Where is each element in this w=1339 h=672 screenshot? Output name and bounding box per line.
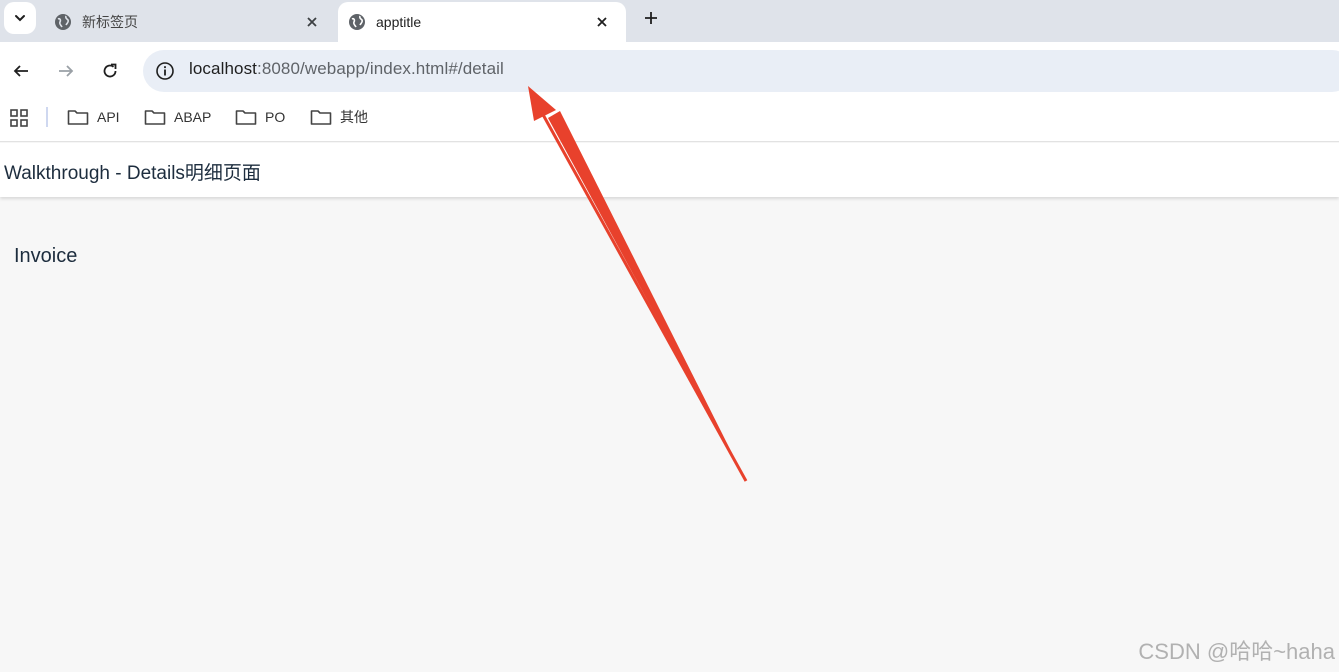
arrow-right-icon bbox=[59, 65, 74, 77]
arrow-left-icon bbox=[13, 65, 28, 77]
url-host: localhost bbox=[189, 59, 257, 78]
bookmark-label: PO bbox=[265, 109, 286, 125]
bookmarks-bar: API ABAP PO 其他 bbox=[0, 100, 1339, 142]
chevron-down-icon bbox=[15, 15, 25, 22]
folder-icon bbox=[67, 110, 89, 125]
app-header: Walkthrough - Details明细页面 bbox=[0, 143, 1339, 197]
bookmark-po[interactable]: PO bbox=[235, 106, 285, 128]
invoice-text: Invoice bbox=[14, 245, 78, 267]
address-bar[interactable]: localhost:8080/webapp/index.html#/detail bbox=[143, 50, 1339, 92]
forward-button[interactable] bbox=[55, 60, 77, 82]
bookmark-label: API bbox=[97, 109, 120, 125]
bookmark-abap[interactable]: ABAP bbox=[144, 106, 211, 128]
url-path: :8080/webapp/index.html#/detail bbox=[257, 59, 504, 78]
globe-icon bbox=[55, 14, 71, 30]
url-text[interactable]: localhost:8080/webapp/index.html#/detail bbox=[189, 59, 504, 79]
folder-icon bbox=[310, 110, 332, 125]
reload-icon bbox=[103, 63, 117, 78]
globe-icon bbox=[349, 14, 365, 30]
tab-title: 新标签页 bbox=[82, 14, 138, 30]
tab-search-button[interactable] bbox=[4, 2, 36, 34]
bookmark-label: 其他 bbox=[340, 109, 368, 125]
folder-icon bbox=[235, 110, 257, 125]
watermark: CSDN @哈哈~haha bbox=[1138, 639, 1335, 664]
bookmark-label: ABAP bbox=[174, 109, 212, 125]
tab-new-tab-page[interactable]: 新标签页 bbox=[44, 2, 336, 42]
tab-apptitle[interactable]: apptitle bbox=[338, 2, 626, 42]
bookmark-other[interactable]: 其他 bbox=[310, 106, 368, 128]
page-title: Walkthrough - Details明细页面 bbox=[4, 163, 261, 184]
apps-grid-icon[interactable] bbox=[10, 109, 28, 127]
new-tab-button[interactable] bbox=[639, 6, 663, 30]
tab-strip: 新标签页 apptitle bbox=[0, 0, 1339, 42]
plus-icon bbox=[645, 12, 657, 24]
close-icon[interactable] bbox=[304, 14, 320, 30]
reload-button[interactable] bbox=[99, 60, 121, 82]
tab-title: apptitle bbox=[376, 14, 422, 30]
close-icon[interactable] bbox=[594, 14, 610, 30]
browser-toolbar: localhost:8080/webapp/index.html#/detail bbox=[0, 42, 1339, 100]
bookmark-api[interactable]: API bbox=[67, 106, 120, 128]
back-button[interactable] bbox=[10, 60, 32, 82]
bookmarks-divider bbox=[46, 107, 48, 127]
info-icon[interactable] bbox=[155, 61, 175, 81]
folder-icon bbox=[144, 110, 166, 125]
